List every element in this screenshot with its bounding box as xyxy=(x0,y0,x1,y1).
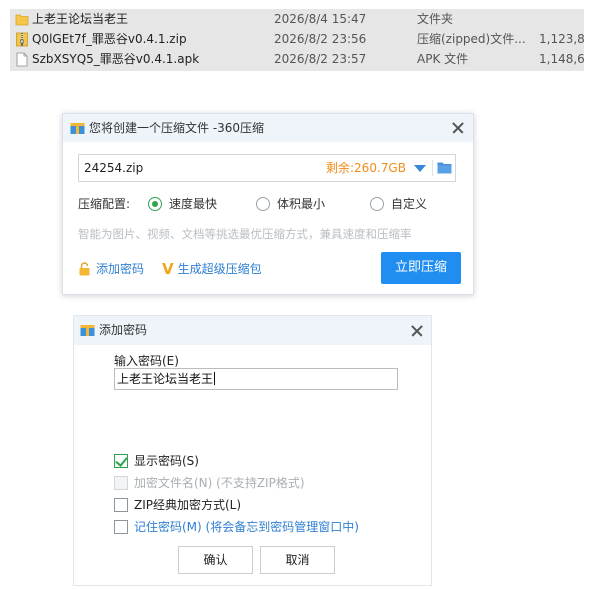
file-date: 2026/8/4 15:47 xyxy=(274,12,367,26)
checkbox-box xyxy=(114,497,128,512)
compress-dialog: 您将创建一个压缩文件 -360压缩 24254.zip 剩余:260.7GB 压… xyxy=(62,113,474,295)
password-value: 上老王论坛当老王 xyxy=(117,372,214,386)
file-date: 2026/8/2 23:56 xyxy=(274,32,367,46)
file-date: 2026/8/2 23:57 xyxy=(274,52,367,66)
radio-fastest[interactable]: 速度最快 xyxy=(148,195,217,212)
v-badge-icon: V xyxy=(162,259,174,278)
file-name: 上老王论坛当老王 xyxy=(32,12,129,26)
file-row-zip[interactable]: Q0lGEt7f_罪恶谷v0.4.1.zip 2026/8/2 23:56 压缩… xyxy=(10,30,584,49)
file-type: 文件夹 xyxy=(417,12,454,26)
password-label: 输入密码(E) xyxy=(114,354,179,368)
apk-file-icon xyxy=(16,52,28,67)
password-dialog-title: 添加密码 xyxy=(99,323,148,337)
show-password-checkbox[interactable]: 显示密码(S) xyxy=(114,452,199,469)
compress-now-button[interactable]: 立即压缩 xyxy=(381,252,461,284)
super-package-label: 生成超级压缩包 xyxy=(177,262,262,276)
radio-label: 自定义 xyxy=(391,197,428,211)
file-size: 1,123,8 xyxy=(539,32,584,46)
file-name: Q0lGEt7f_罪恶谷v0.4.1.zip xyxy=(32,32,187,46)
archive-path-field[interactable]: 24254.zip 剩余:260.7GB xyxy=(78,154,456,182)
checkbox-label: ZIP经典加密方式(L) xyxy=(134,498,242,512)
archive-file-name: 24254.zip xyxy=(84,161,144,175)
password-dialog: 添加密码 输入密码(E) 上老王论坛当老王 显示密码(S) 加密文件名(N) (… xyxy=(73,315,432,586)
checkbox-box xyxy=(114,453,128,468)
password-dialog-titlebar[interactable]: 添加密码 xyxy=(74,316,431,345)
radio-smallest[interactable]: 体积最小 xyxy=(256,195,325,212)
config-label: 压缩配置: xyxy=(78,197,131,211)
password-input[interactable]: 上老王论坛当老王 xyxy=(114,368,398,390)
radio-label: 速度最快 xyxy=(169,197,218,211)
close-icon[interactable] xyxy=(407,321,427,341)
radio-dot xyxy=(256,196,270,211)
encrypt-filenames-checkbox: 加密文件名(N) (不支持ZIP格式) xyxy=(114,474,305,491)
file-size: 1,148,6 xyxy=(539,52,584,66)
file-row-folder[interactable]: 上老王论坛当老王 2026/8/4 15:47 文件夹 xyxy=(10,10,584,29)
zip-classic-encryption-checkbox[interactable]: ZIP经典加密方式(L) xyxy=(114,496,241,513)
360-compress-icon xyxy=(70,123,85,134)
lock-icon xyxy=(79,261,90,275)
super-package-link[interactable]: V 生成超级压缩包 xyxy=(162,260,262,277)
checkbox-label: 加密文件名(N) (不支持ZIP格式) xyxy=(134,476,305,490)
file-list: 上老王论坛当老王 2026/8/4 15:47 文件夹 Q0lGEt7f_罪恶谷… xyxy=(10,9,584,71)
free-space: 剩余:260.7GB xyxy=(326,161,406,175)
compress-dialog-titlebar[interactable]: 您将创建一个压缩文件 -360压缩 xyxy=(63,114,473,142)
cancel-button[interactable]: 取消 xyxy=(260,546,335,574)
compress-hint: 智能为图片、视频、文档等挑选最优压缩方式，兼具速度和压缩率 xyxy=(78,227,412,241)
checkbox-label: 显示密码(S) xyxy=(134,454,199,468)
radio-custom[interactable]: 自定义 xyxy=(370,195,427,212)
file-type: 压缩(zipped)文件... xyxy=(417,32,526,46)
radio-dot xyxy=(148,196,162,211)
radio-label: 体积最小 xyxy=(277,197,326,211)
checkbox-box xyxy=(114,475,128,490)
compress-dialog-title: 您将创建一个压缩文件 -360压缩 xyxy=(89,121,265,135)
close-icon[interactable] xyxy=(448,118,468,138)
checkbox-box xyxy=(114,519,128,534)
text-caret xyxy=(214,372,216,385)
remember-password-checkbox[interactable]: 记住密码(M) (将会备忘到密码管理窗口中) xyxy=(114,518,359,535)
file-name: SzbXSYQ5_罪恶谷v0.4.1.apk xyxy=(32,52,200,66)
divider xyxy=(432,160,433,176)
file-row-apk[interactable]: SzbXSYQ5_罪恶谷v0.4.1.apk 2026/8/2 23:57 AP… xyxy=(10,50,584,69)
checkbox-label: 记住密码(M) (将会备忘到密码管理窗口中) xyxy=(134,520,359,534)
add-password-label: 添加密码 xyxy=(96,262,145,276)
confirm-button[interactable]: 确认 xyxy=(178,546,253,574)
360-compress-icon xyxy=(80,325,95,336)
zip-file-icon xyxy=(16,32,28,47)
file-type: APK 文件 xyxy=(417,52,469,66)
folder-icon xyxy=(15,14,29,26)
chevron-down-icon[interactable] xyxy=(414,165,426,172)
browse-folder-icon[interactable] xyxy=(437,161,452,174)
radio-dot xyxy=(370,196,384,211)
add-password-link[interactable]: 添加密码 xyxy=(78,260,144,277)
